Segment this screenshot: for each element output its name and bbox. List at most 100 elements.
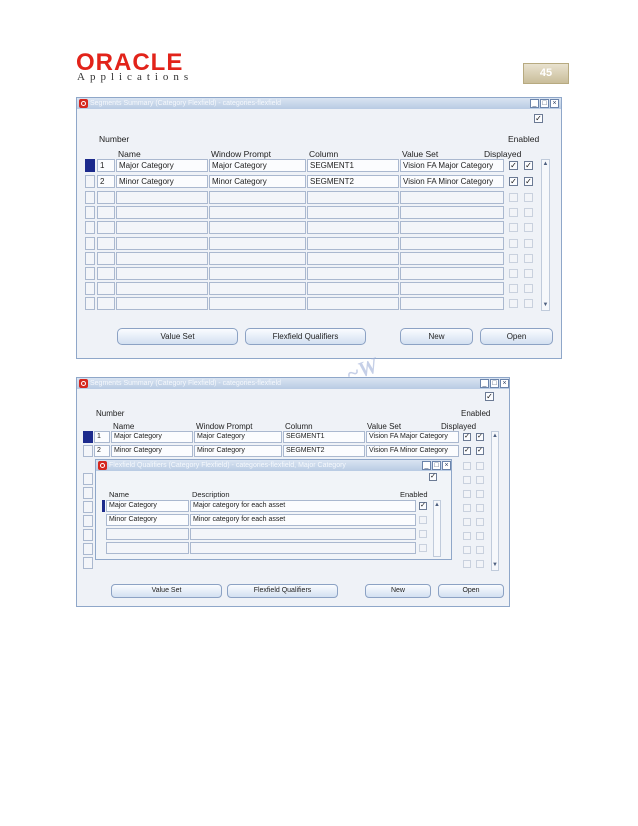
minimize-icon[interactable]: _ (530, 99, 539, 108)
enabled-checkbox[interactable] (524, 193, 533, 202)
new-button[interactable]: New (400, 328, 473, 345)
number-cell[interactable]: 2 (97, 175, 115, 188)
displayed-checkbox[interactable] (509, 239, 518, 248)
value-set-button[interactable]: Value Set (117, 328, 238, 345)
qualifier-description-cell[interactable]: Major category for each asset (190, 500, 416, 512)
enabled-checkbox[interactable] (524, 299, 533, 308)
displayed-checkbox[interactable] (509, 269, 518, 278)
qualifier-name-cell[interactable] (106, 542, 189, 554)
displayed-checkbox[interactable] (509, 223, 518, 232)
value-set-button[interactable]: Value Set (111, 584, 222, 598)
displayed-checkbox[interactable] (463, 560, 471, 568)
number-cell[interactable]: 1 (94, 431, 110, 443)
title-bar[interactable]: Segments Summary (Category Flexfield) - … (77, 98, 561, 109)
displayed-checkbox[interactable]: ✓ (463, 433, 471, 441)
maximize-icon[interactable]: □ (490, 379, 499, 388)
column-cell[interactable] (307, 237, 399, 250)
enabled-checkbox[interactable] (524, 284, 533, 293)
window-prompt-cell[interactable]: Major Category (194, 431, 282, 443)
name-cell[interactable] (116, 221, 208, 234)
value-set-cell[interactable]: Vision FA Minor Category (366, 445, 459, 457)
open-button[interactable]: Open (480, 328, 553, 345)
name-cell[interactable]: Major Category (116, 159, 208, 172)
row-indicator[interactable] (83, 529, 93, 541)
enabled-checkbox[interactable]: ✓ (476, 433, 484, 441)
row-indicator[interactable] (102, 500, 105, 512)
window-prompt-cell[interactable]: Minor Category (194, 445, 282, 457)
window-prompt-cell[interactable] (209, 191, 306, 204)
value-set-cell[interactable] (400, 221, 504, 234)
column-cell[interactable]: SEGMENT2 (283, 445, 365, 457)
enabled-checkbox[interactable] (524, 254, 533, 263)
scroll-up-icon[interactable]: ▲ (434, 501, 440, 510)
column-cell[interactable]: SEGMENT1 (283, 431, 365, 443)
enabled-checkbox[interactable]: ✓ (524, 177, 533, 186)
displayed-checkbox[interactable] (463, 532, 471, 540)
name-cell[interactable] (116, 267, 208, 280)
row-indicator[interactable] (85, 221, 95, 234)
enabled-checkbox[interactable] (476, 476, 484, 484)
scroll-up-icon[interactable]: ▲ (542, 160, 549, 169)
minimize-icon[interactable]: _ (480, 379, 489, 388)
displayed-checkbox[interactable] (463, 490, 471, 498)
number-cell[interactable] (97, 237, 115, 250)
window-prompt-cell[interactable] (209, 221, 306, 234)
row-indicator[interactable] (83, 543, 93, 555)
displayed-checkbox[interactable] (509, 208, 518, 217)
scroll-down-icon[interactable]: ▼ (542, 301, 549, 310)
row-indicator[interactable] (85, 206, 95, 219)
displayed-checkbox[interactable]: ✓ (509, 177, 518, 186)
vertical-scrollbar[interactable]: ▲ ▼ (541, 159, 550, 311)
enabled-checkbox[interactable] (476, 504, 484, 512)
open-button[interactable]: Open (438, 584, 504, 598)
enabled-checkbox[interactable] (524, 269, 533, 278)
displayed-checkbox[interactable] (463, 546, 471, 554)
vertical-scrollbar[interactable]: ▲ ▼ (491, 431, 499, 571)
value-set-cell[interactable]: Vision FA Major Category (366, 431, 459, 443)
number-cell[interactable] (97, 267, 115, 280)
minimize-icon[interactable]: _ (422, 461, 431, 470)
name-cell[interactable] (116, 297, 208, 310)
number-cell[interactable] (97, 282, 115, 295)
row-indicator[interactable] (85, 252, 95, 265)
window-prompt-cell[interactable] (209, 237, 306, 250)
number-cell[interactable] (97, 252, 115, 265)
value-set-cell[interactable] (400, 237, 504, 250)
row-indicator[interactable] (83, 501, 93, 513)
qualifier-description-cell[interactable]: Minor category for each asset (190, 514, 416, 526)
flexfield-qualifiers-button[interactable]: Flexfield Qualifiers (227, 584, 338, 598)
displayed-checkbox[interactable] (509, 284, 518, 293)
enabled-checkbox[interactable]: ✓ (476, 447, 484, 455)
enabled-checkbox[interactable]: ✓ (524, 161, 533, 170)
row-indicator[interactable] (85, 297, 95, 310)
row-indicator[interactable] (85, 191, 95, 204)
value-set-cell[interactable] (400, 191, 504, 204)
row-indicator[interactable] (83, 445, 93, 457)
row-indicator[interactable] (83, 557, 93, 569)
qualifier-enabled-checkbox[interactable] (419, 516, 427, 524)
enabled-checkbox[interactable] (524, 223, 533, 232)
vertical-scrollbar[interactable]: ▲ (433, 500, 441, 557)
row-indicator[interactable] (83, 473, 93, 485)
displayed-checkbox[interactable] (509, 193, 518, 202)
name-cell[interactable]: Major Category (111, 431, 193, 443)
value-set-cell[interactable] (400, 297, 504, 310)
value-set-cell[interactable] (400, 252, 504, 265)
title-bar[interactable]: Segments Summary (Category Flexfield) - … (77, 378, 509, 389)
enabled-checkbox[interactable] (524, 208, 533, 217)
qualifier-description-cell[interactable] (190, 542, 416, 554)
displayed-checkbox[interactable]: ✓ (509, 161, 518, 170)
window-prompt-cell[interactable] (209, 267, 306, 280)
displayed-checkbox[interactable] (463, 462, 471, 470)
displayed-checkbox[interactable] (463, 476, 471, 484)
enabled-checkbox[interactable] (476, 518, 484, 526)
number-cell[interactable]: 1 (97, 159, 115, 172)
column-cell[interactable] (307, 267, 399, 280)
maximize-icon[interactable]: □ (432, 461, 441, 470)
number-cell[interactable] (97, 191, 115, 204)
name-cell[interactable] (116, 282, 208, 295)
row-indicator[interactable] (85, 282, 95, 295)
flexfield-qualifiers-button[interactable]: Flexfield Qualifiers (245, 328, 366, 345)
header-checkbox[interactable]: ✓ (485, 392, 494, 401)
enabled-checkbox[interactable] (476, 490, 484, 498)
